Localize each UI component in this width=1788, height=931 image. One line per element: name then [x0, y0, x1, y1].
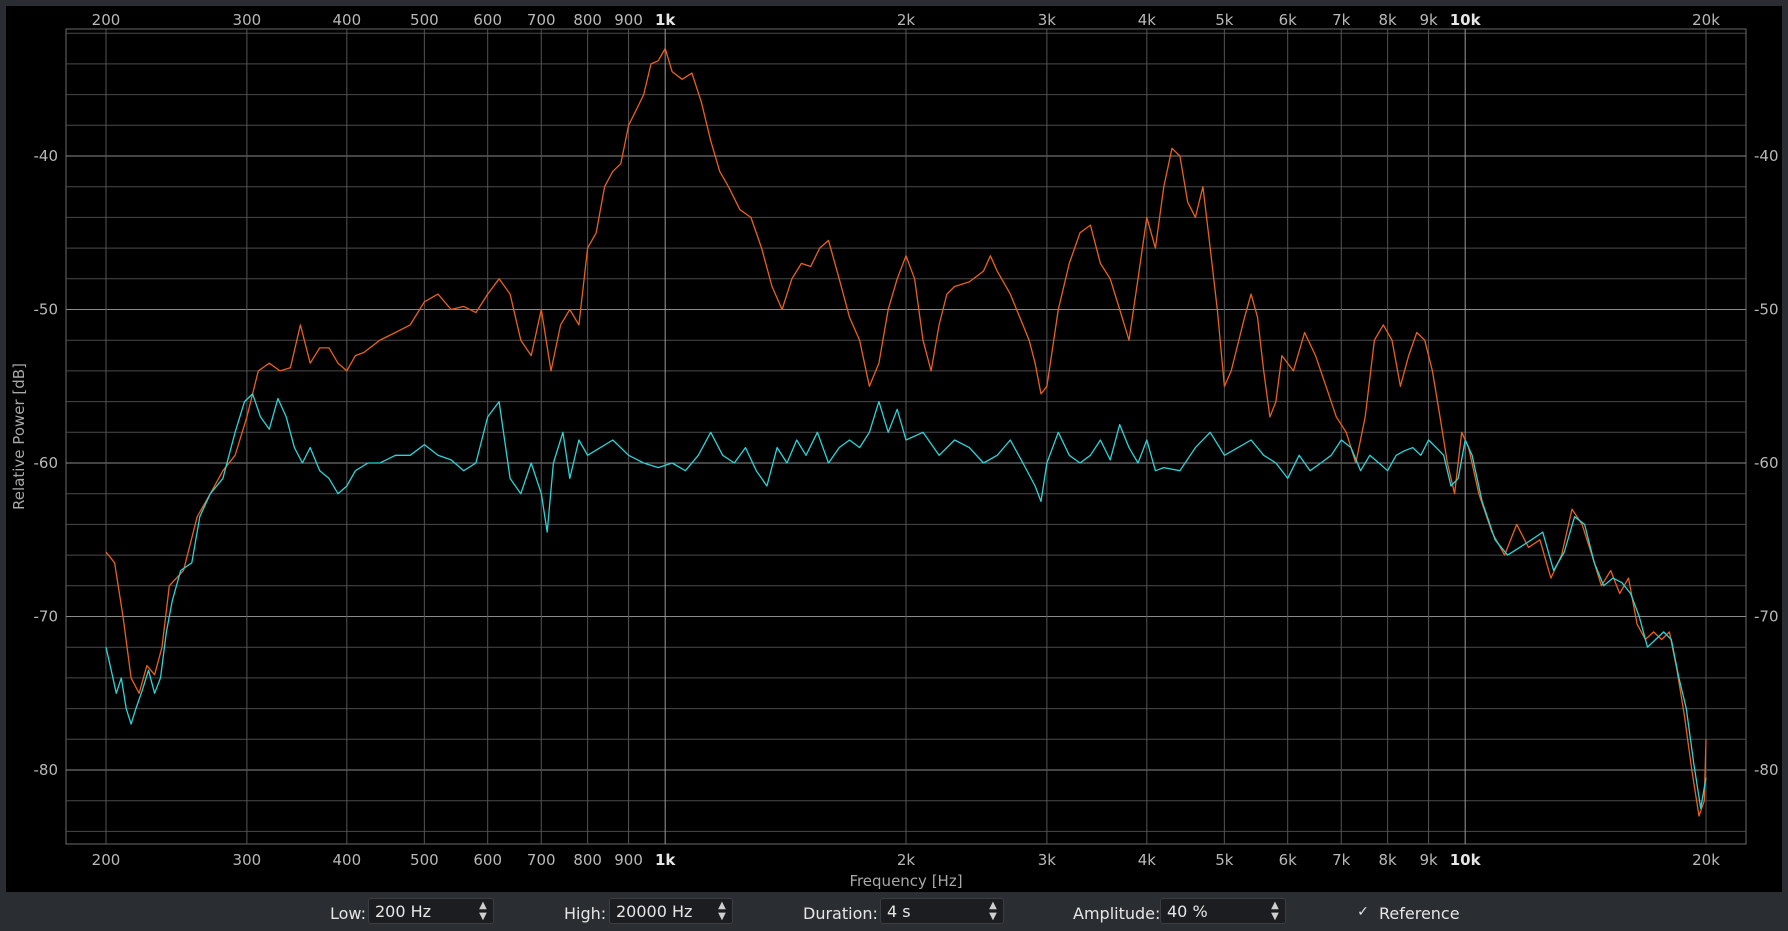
- x-tick-label-bottom: 3k: [1038, 851, 1057, 869]
- amplitude-spinbox[interactable]: ▲ ▼: [1160, 898, 1286, 924]
- duration-spinbox[interactable]: ▲ ▼: [880, 898, 1004, 924]
- y-tick-label-right: -50: [1754, 301, 1779, 319]
- reference-checkbox[interactable]: ✓: [1355, 904, 1371, 920]
- x-tick-label-bottom: 600: [473, 851, 502, 869]
- x-tick-label-top: 900: [614, 11, 643, 29]
- high-spinbox[interactable]: ▲ ▼: [609, 898, 733, 924]
- x-tick-label-bottom: 9k: [1419, 851, 1438, 869]
- chevron-down-icon[interactable]: ▼: [985, 911, 1001, 922]
- x-axis-label: Frequency [Hz]: [849, 872, 962, 890]
- y-tick-label-right: -60: [1754, 454, 1779, 472]
- x-tick-label-bottom: 6k: [1279, 851, 1298, 869]
- amplitude-stepper[interactable]: ▲ ▼: [1267, 900, 1283, 922]
- low-input[interactable]: [375, 901, 469, 921]
- controls-bar: Low: ▲ ▼ High: ▲ ▼ Duration: ▲ ▼ Amplitu…: [0, 892, 1788, 931]
- x-tick-label-top: 300: [233, 11, 262, 29]
- y-tick-label-left: -50: [34, 301, 59, 319]
- low-label: Low:: [330, 904, 367, 923]
- x-tick-label-top: 800: [573, 11, 602, 29]
- low-spinbox[interactable]: ▲ ▼: [368, 898, 494, 924]
- x-tick-label-bottom: 900: [614, 851, 643, 869]
- low-stepper[interactable]: ▲ ▼: [475, 900, 491, 922]
- high-label: High:: [564, 904, 607, 923]
- x-tick-label-bottom: 5k: [1215, 851, 1234, 869]
- chevron-down-icon[interactable]: ▼: [1267, 911, 1283, 922]
- x-tick-label-bottom: 800: [573, 851, 602, 869]
- chevron-up-icon[interactable]: ▲: [475, 900, 491, 911]
- x-tick-label-top: 500: [410, 11, 439, 29]
- duration-label: Duration:: [803, 904, 878, 923]
- x-tick-label-top: 7k: [1332, 11, 1351, 29]
- high-input[interactable]: [616, 901, 708, 921]
- amplitude-label: Amplitude:: [1073, 904, 1161, 923]
- x-tick-label-top: 20k: [1692, 11, 1720, 29]
- x-tick-label-top: 10k: [1450, 11, 1482, 29]
- x-tick-label-top: 6k: [1279, 11, 1298, 29]
- x-tick-label-bottom: 1k: [655, 851, 676, 869]
- y-tick-label-right: -70: [1754, 608, 1779, 626]
- y-tick-label-left: -80: [34, 761, 59, 779]
- x-tick-label-bottom: 200: [92, 851, 121, 869]
- x-tick-label-top: 3k: [1038, 11, 1057, 29]
- x-tick-label-top: 4k: [1138, 11, 1157, 29]
- x-tick-label-bottom: 700: [527, 851, 556, 869]
- x-tick-label-top: 2k: [897, 11, 916, 29]
- duration-input[interactable]: [887, 901, 979, 921]
- chevron-up-icon[interactable]: ▲: [714, 900, 730, 911]
- chevron-down-icon[interactable]: ▼: [714, 911, 730, 922]
- y-axis-label: Relative Power [dB]: [10, 363, 28, 510]
- x-tick-label-bottom: 7k: [1332, 851, 1351, 869]
- x-tick-label-bottom: 8k: [1379, 851, 1398, 869]
- y-tick-label-left: -60: [34, 454, 59, 472]
- x-tick-label-top: 1k: [655, 11, 676, 29]
- spectrum-chart: 200 200 300 300 400 400 500 500 600 600 700 700 800 8…: [10, 11, 1779, 890]
- chevron-up-icon[interactable]: ▲: [1267, 900, 1283, 911]
- chevron-up-icon[interactable]: ▲: [985, 900, 1001, 911]
- x-tick-label-top: 700: [527, 11, 556, 29]
- y-tick-label-left: -70: [34, 608, 59, 626]
- chevron-down-icon[interactable]: ▼: [475, 911, 491, 922]
- y-tick-label-right: -40: [1754, 147, 1779, 165]
- reference-label: Reference: [1379, 904, 1460, 923]
- x-tick-label-bottom: 300: [233, 851, 262, 869]
- x-tick-label-bottom: 400: [333, 851, 362, 869]
- x-tick-label-top: 5k: [1215, 11, 1234, 29]
- x-tick-label-bottom: 4k: [1138, 851, 1157, 869]
- x-tick-label-top: 9k: [1419, 11, 1438, 29]
- y-tick-label-right: -80: [1754, 761, 1779, 779]
- x-tick-label-top: 400: [333, 11, 362, 29]
- amplitude-input[interactable]: [1167, 901, 1261, 921]
- y-tick-label-left: -40: [34, 147, 59, 165]
- x-tick-label-top: 8k: [1379, 11, 1398, 29]
- x-tick-label-bottom: 500: [410, 851, 439, 869]
- x-tick-label-top: 200: [92, 11, 121, 29]
- x-tick-label-bottom: 10k: [1450, 851, 1482, 869]
- x-tick-label-top: 600: [473, 11, 502, 29]
- high-stepper[interactable]: ▲ ▼: [714, 900, 730, 922]
- x-tick-label-bottom: 2k: [897, 851, 916, 869]
- plot-area: 200 200 300 300 400 400 500 500 600 600 700 700 800 8…: [6, 6, 1782, 892]
- duration-stepper[interactable]: ▲ ▼: [985, 900, 1001, 922]
- x-tick-label-bottom: 20k: [1692, 851, 1720, 869]
